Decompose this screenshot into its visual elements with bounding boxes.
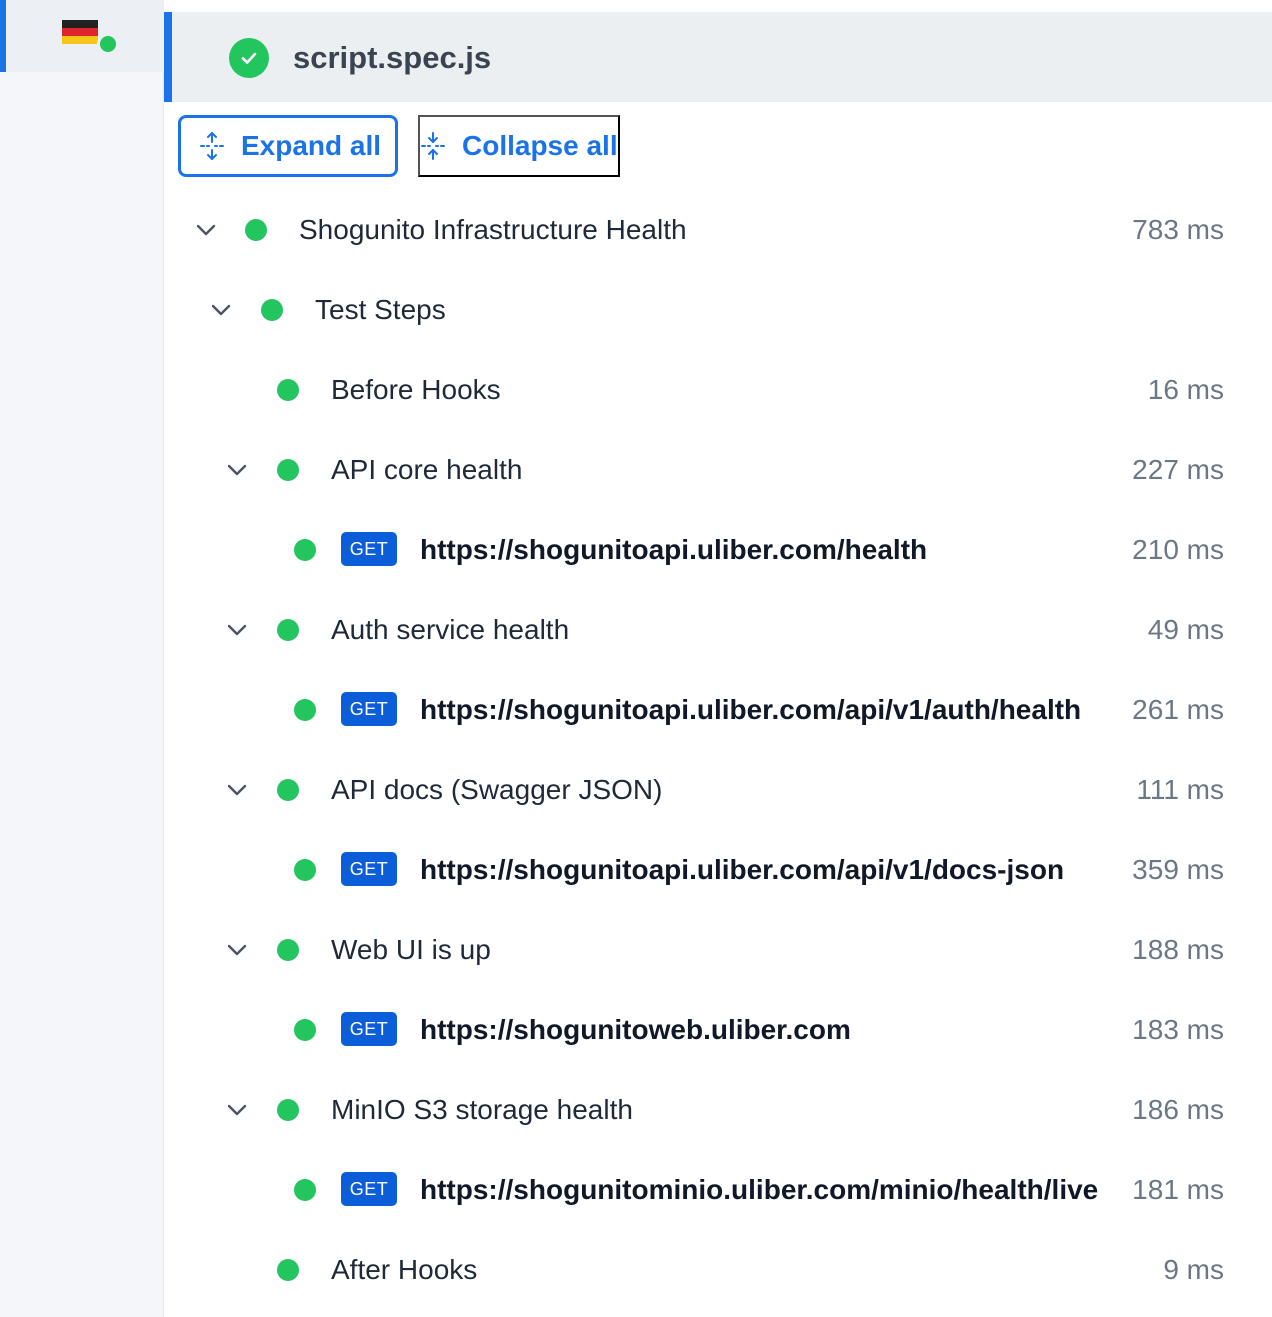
tree-row-label: Web UI is up: [331, 934, 491, 965]
expand-all-label: Expand all: [241, 130, 382, 161]
passed-status-dot: [245, 219, 267, 241]
request-url: https://shogunitoweb.uliber.com: [420, 1014, 851, 1045]
tree-row-step[interactable]: Web UI is up 188 ms: [164, 910, 1272, 990]
tree-row-request[interactable]: GET https://shogunitominio.uliber.com/mi…: [164, 1150, 1272, 1230]
tree-row-duration: 183 ms: [1132, 1014, 1224, 1045]
spec-header: script.spec.js: [164, 12, 1272, 102]
main-panel: script.spec.js Expand all Collapse all S…: [164, 0, 1272, 1317]
tree-row-duration: 261 ms: [1132, 694, 1224, 725]
request-url: https://shogunitoapi.uliber.com/health: [420, 534, 928, 565]
http-method-badge: GET: [341, 692, 397, 726]
tree-row-duration: 49 ms: [1147, 614, 1224, 645]
passed-status-dot: [277, 619, 299, 641]
request-url: https://shogunitoapi.uliber.com/api/v1/d…: [420, 854, 1065, 885]
tree-row-request[interactable]: GET https://shogunitoapi.uliber.com/api/…: [164, 670, 1272, 750]
tree-row-suite[interactable]: Shogunito Infrastructure Health 783 ms: [164, 190, 1272, 270]
http-method-badge: GET: [341, 532, 397, 566]
tree-row-duration: 181 ms: [1132, 1174, 1224, 1205]
tree-row-request[interactable]: GET https://shogunitoapi.uliber.com/heal…: [164, 510, 1272, 590]
request-url: https://shogunitoapi.uliber.com/api/v1/a…: [420, 694, 1082, 725]
tree-row-after-hooks[interactable]: After Hooks 9 ms: [164, 1230, 1272, 1310]
sidebar-item-browser[interactable]: [0, 0, 164, 72]
http-method-badge: GET: [341, 1172, 397, 1206]
passed-status-dot: [261, 299, 283, 321]
spec-title: script.spec.js: [293, 40, 492, 75]
chevron-down-icon[interactable]: [192, 216, 220, 244]
passed-status-dot: [277, 779, 299, 801]
passed-status-dot: [277, 459, 299, 481]
passed-status-dot: [294, 859, 316, 881]
tree-row-request[interactable]: GET https://shogunitoapi.uliber.com/api/…: [164, 830, 1272, 910]
tree-row-duration: 359 ms: [1132, 854, 1224, 885]
http-method-badge: GET: [341, 852, 397, 886]
chevron-down-icon[interactable]: [223, 456, 251, 484]
passed-status-dot: [277, 1099, 299, 1121]
tree-row-duration: 186 ms: [1132, 1094, 1224, 1125]
header-accent-bar: [164, 12, 172, 102]
request-url: https://shogunitominio.uliber.com/minio/…: [420, 1174, 1099, 1205]
sidebar: [0, 0, 164, 1317]
collapse-icon: [421, 132, 445, 160]
passed-status-dot: [294, 699, 316, 721]
tree-row-duration: 783 ms: [1132, 214, 1224, 245]
passed-status-dot: [294, 539, 316, 561]
chevron-down-icon[interactable]: [207, 296, 235, 324]
tree-row-request[interactable]: GET https://shogunitoweb.uliber.com 183 …: [164, 990, 1272, 1070]
collapse-all-label: Collapse all: [462, 130, 618, 161]
collapse-all-button[interactable]: Collapse all: [418, 115, 620, 177]
tree-row-duration: 188 ms: [1132, 934, 1224, 965]
tree-row-label: Auth service health: [331, 614, 570, 645]
chevron-down-icon[interactable]: [223, 616, 251, 644]
passed-status-dot: [294, 1019, 316, 1041]
tree-row-label: MinIO S3 storage health: [331, 1094, 633, 1125]
tree-row-label: API core health: [331, 454, 523, 485]
tree-row-step[interactable]: MinIO S3 storage health 186 ms: [164, 1070, 1272, 1150]
http-method-badge: GET: [341, 1012, 397, 1046]
expand-all-button[interactable]: Expand all: [178, 115, 398, 177]
tree-row-duration: 9 ms: [1163, 1254, 1224, 1285]
passed-status-dot: [277, 1259, 299, 1281]
tree-row-label: Shogunito Infrastructure Health: [299, 214, 687, 245]
tree-row-duration: 16 ms: [1147, 374, 1224, 405]
tree-row-step[interactable]: API docs (Swagger JSON) 111 ms: [164, 750, 1272, 830]
german-flag-icon: [62, 20, 98, 44]
passed-check-icon: [229, 38, 269, 78]
sidebar-active-indicator: [0, 0, 6, 72]
status-dot-icon: [97, 33, 119, 55]
passed-status-dot: [277, 379, 299, 401]
chevron-down-icon[interactable]: [223, 936, 251, 964]
tree-row-label: Before Hooks: [331, 374, 501, 405]
passed-status-dot: [294, 1179, 316, 1201]
chevron-down-icon[interactable]: [223, 776, 251, 804]
tree-row-before-hooks[interactable]: Before Hooks 16 ms: [164, 350, 1272, 430]
tree-row-test-steps[interactable]: Test Steps: [164, 270, 1272, 350]
tree-row-duration: 210 ms: [1132, 534, 1224, 565]
tree-row-duration: 227 ms: [1132, 454, 1224, 485]
tree-row-duration: 111 ms: [1136, 774, 1224, 805]
expand-icon: [200, 132, 224, 160]
tree-row-step[interactable]: API core health 227 ms: [164, 430, 1272, 510]
tree-row-step[interactable]: Auth service health 49 ms: [164, 590, 1272, 670]
tree-row-label: Test Steps: [315, 294, 446, 325]
tree-row-label: After Hooks: [331, 1254, 478, 1285]
passed-status-dot: [277, 939, 299, 961]
chevron-down-icon[interactable]: [223, 1096, 251, 1124]
tree-row-label: API docs (Swagger JSON): [331, 774, 663, 805]
